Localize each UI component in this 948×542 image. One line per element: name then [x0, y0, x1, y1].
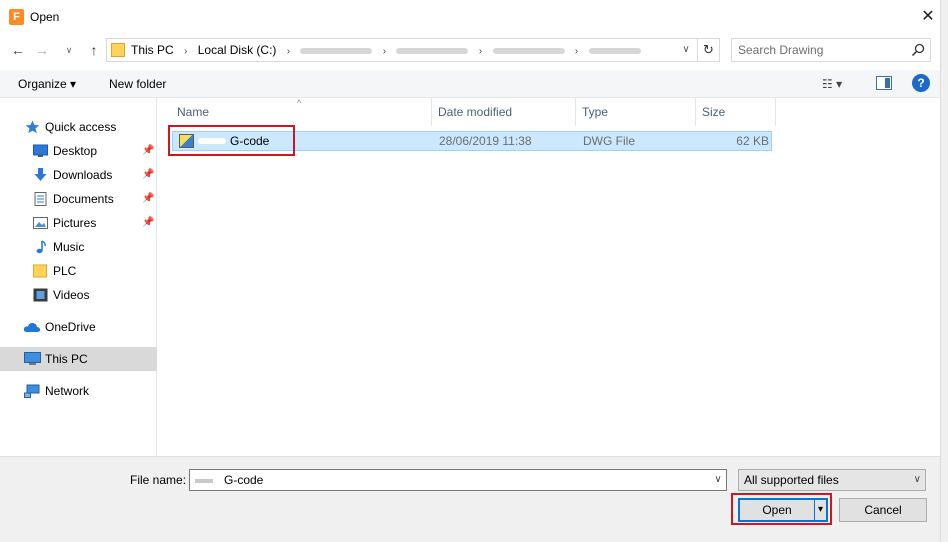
sidebar-item-quick-access[interactable]: Quick access — [0, 115, 157, 139]
sidebar-item-videos[interactable]: Videos — [0, 283, 157, 307]
sidebar-item-label: Desktop — [53, 144, 98, 158]
back-button[interactable]: ← — [8, 40, 28, 60]
address-bar[interactable]: This PC › Local Disk (C:) › › › › ∨ — [106, 38, 698, 62]
window-title: Open — [30, 10, 60, 24]
navigation-pane: Quick access Desktop 📌 Downloads 📌 Docum… — [0, 98, 157, 456]
star-icon — [25, 120, 40, 134]
column-header-date[interactable]: Date modified — [432, 98, 576, 126]
sidebar-item-label: Pictures — [53, 216, 97, 230]
sidebar-item-label: This PC — [45, 352, 88, 366]
breadcrumb-separator[interactable]: › — [575, 41, 578, 63]
column-header-name[interactable]: Name — [171, 98, 432, 126]
recent-locations-button[interactable]: ∨ — [62, 40, 76, 60]
organize-button[interactable]: Organize ▾ — [18, 75, 76, 93]
search-box[interactable] — [731, 38, 931, 62]
sidebar-item-label: Music — [53, 240, 85, 254]
column-header-type[interactable]: Type — [576, 98, 696, 126]
pin-icon[interactable]: 📌 — [142, 163, 154, 187]
annotation-highlight-file — [168, 125, 295, 156]
breadcrumb-redacted — [588, 47, 641, 54]
sidebar-item-onedrive[interactable]: OneDrive — [0, 315, 157, 339]
documents-icon — [34, 192, 47, 206]
sidebar-item-this-pc[interactable]: This PC — [0, 347, 157, 371]
app-icon: F — [9, 9, 24, 25]
sidebar-item-downloads[interactable]: Downloads 📌 — [0, 163, 157, 187]
file-type: DWG File — [583, 134, 635, 148]
breadcrumb-redacted — [300, 47, 373, 54]
sidebar-item-documents[interactable]: Documents 📌 — [0, 187, 157, 211]
file-name-dropdown-button[interactable]: ∨ — [711, 470, 725, 490]
sidebar-item-label: Downloads — [53, 168, 113, 182]
address-dropdown-button[interactable]: ∨ — [679, 39, 693, 61]
file-size: 62 KB — [736, 134, 769, 148]
file-name-input[interactable] — [224, 470, 694, 490]
breadcrumb-redacted — [492, 47, 565, 54]
breadcrumb-separator[interactable]: › — [383, 41, 386, 63]
sort-ascending-icon: ^ — [297, 98, 302, 108]
pin-icon[interactable]: 📌 — [142, 211, 154, 235]
breadcrumb-separator[interactable]: › — [184, 41, 187, 63]
command-bar: Organize ▾ New folder ☷ ▾ ? — [0, 70, 940, 98]
sidebar-item-pictures[interactable]: Pictures 📌 — [0, 211, 157, 235]
pin-icon[interactable]: 📌 — [142, 139, 154, 163]
cancel-button[interactable]: Cancel — [839, 498, 927, 522]
change-view-button[interactable]: ☷ ▾ — [822, 75, 858, 93]
sidebar-item-label: Documents — [53, 192, 114, 206]
column-header-size[interactable]: Size — [696, 98, 776, 126]
preview-pane-button[interactable] — [876, 76, 892, 90]
breadcrumb-this-pc[interactable]: This PC — [131, 39, 174, 61]
music-icon — [36, 240, 46, 254]
network-icon — [24, 384, 40, 398]
sidebar-item-label: Quick access — [45, 120, 117, 134]
annotation-highlight-open — [731, 493, 832, 525]
sidebar-item-desktop[interactable]: Desktop 📌 — [0, 139, 157, 163]
computer-icon — [24, 352, 41, 365]
forward-button[interactable]: → — [32, 40, 52, 60]
help-button[interactable]: ? — [912, 74, 930, 92]
refresh-button[interactable]: ↻ — [698, 38, 720, 62]
videos-icon — [33, 288, 48, 302]
onedrive-icon — [23, 322, 41, 332]
pictures-icon — [33, 217, 48, 229]
breadcrumb-separator[interactable]: › — [479, 41, 482, 63]
file-name-label: File name: — [130, 473, 187, 487]
breadcrumb-redacted — [396, 47, 469, 54]
folder-icon — [111, 43, 125, 57]
file-date: 28/06/2019 11:38 — [439, 134, 532, 148]
chevron-down-icon: ∨ — [913, 474, 921, 485]
breadcrumb: This PC › Local Disk (C:) › › › › — [131, 39, 641, 61]
desktop-icon — [33, 144, 48, 157]
redacted-name — [195, 479, 213, 483]
sidebar-item-label: Videos — [53, 288, 90, 302]
sidebar-item-label: Network — [45, 384, 90, 398]
downloads-icon — [34, 168, 47, 181]
breadcrumb-separator[interactable]: › — [287, 41, 290, 63]
sidebar-item-network[interactable]: Network — [0, 379, 157, 403]
file-type-value: All supported files — [744, 473, 839, 487]
search-icon — [911, 43, 925, 57]
sidebar-item-music[interactable]: Music — [0, 235, 157, 259]
background-window-edge — [940, 0, 948, 542]
pin-icon[interactable]: 📌 — [142, 187, 154, 211]
search-input[interactable] — [738, 39, 908, 61]
sidebar-item-label: OneDrive — [45, 320, 96, 334]
breadcrumb-local-disk[interactable]: Local Disk (C:) — [198, 39, 277, 61]
file-type-select[interactable]: All supported files ∨ — [738, 469, 926, 491]
folder-icon — [33, 264, 47, 278]
sidebar-item-label: PLC — [53, 264, 77, 278]
file-name-combobox[interactable]: ∨ — [189, 469, 727, 491]
title-bar: F Open ✕ — [0, 0, 948, 34]
sidebar-item-plc[interactable]: PLC — [0, 259, 157, 283]
new-folder-button[interactable]: New folder — [109, 75, 166, 93]
up-button[interactable]: ↑ — [84, 40, 104, 60]
